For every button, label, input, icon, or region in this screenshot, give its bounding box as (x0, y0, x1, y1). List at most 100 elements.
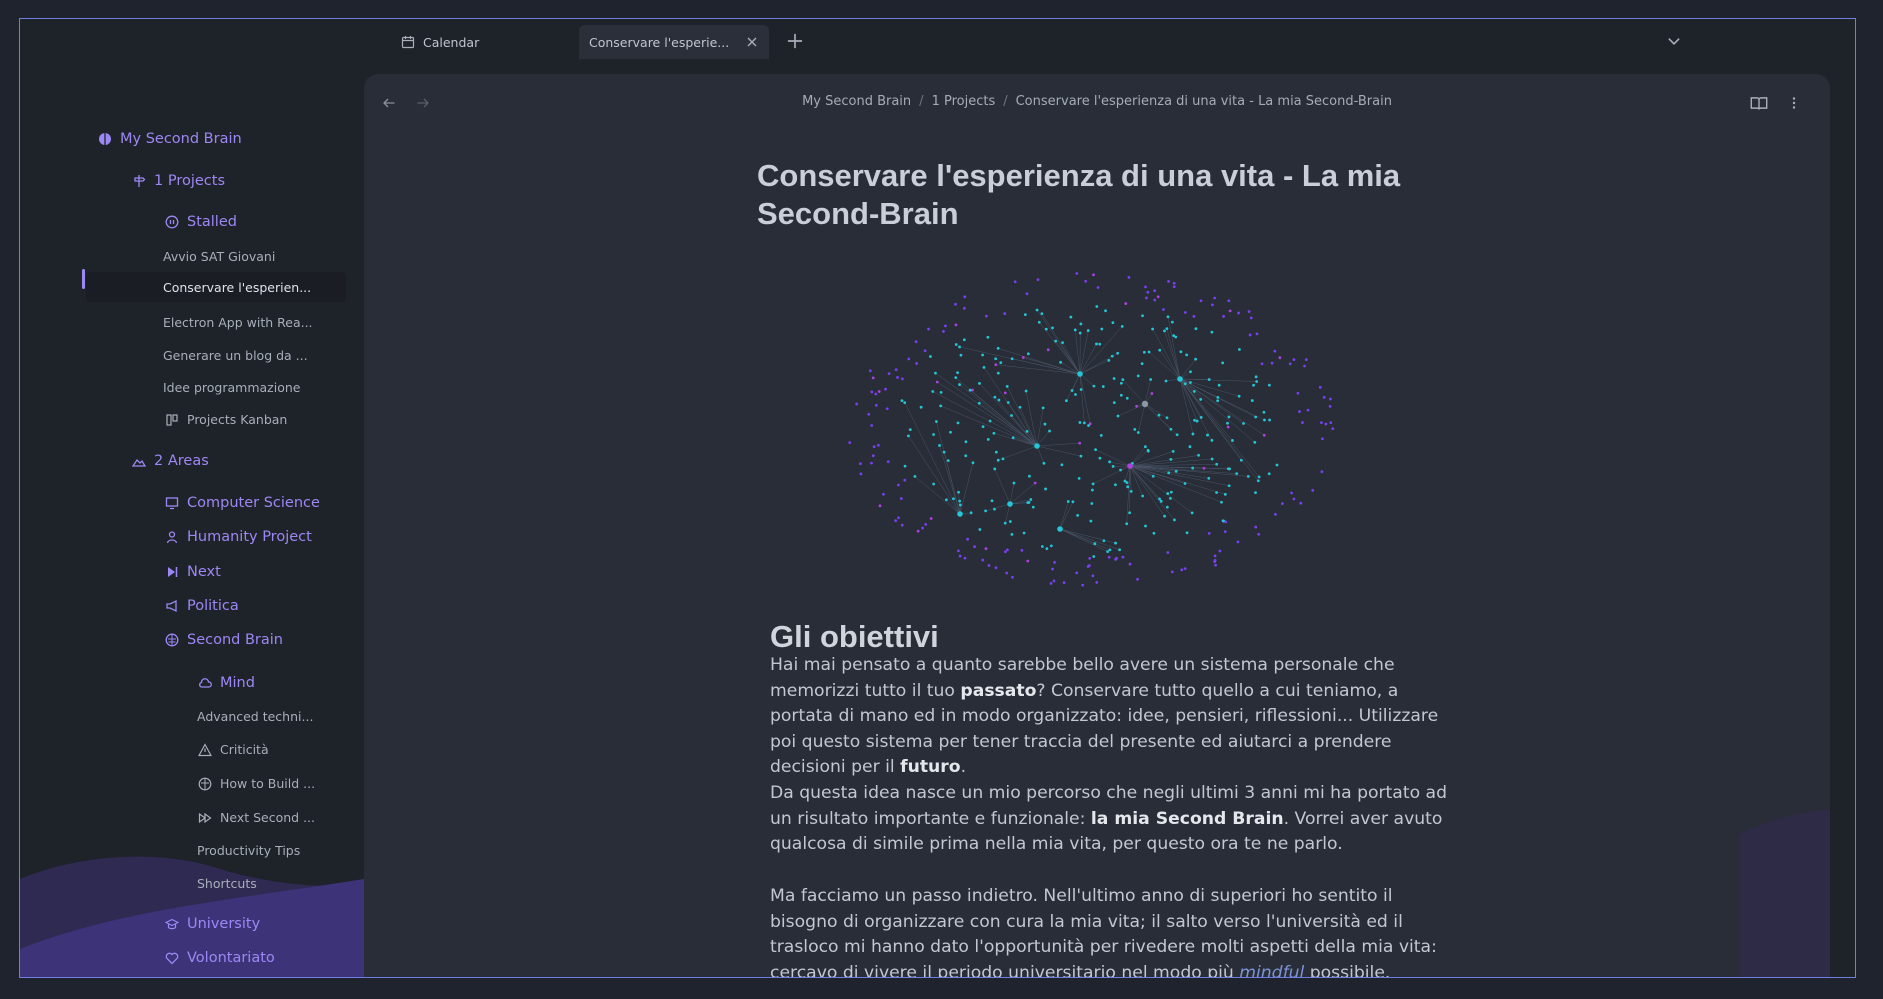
graph-node (1044, 327, 1048, 331)
graph-node (1237, 394, 1241, 398)
graph-node (870, 424, 874, 427)
graph-node (954, 343, 958, 346)
app-window: My Second Brain 1 Projects Stalled Avvio… (19, 18, 1856, 978)
graph-node (1012, 481, 1016, 485)
sidebar-file[interactable]: Next Second ... (198, 810, 315, 825)
graph-node (887, 372, 891, 376)
sidebar-file[interactable]: Electron App with Rea... (163, 315, 313, 330)
graph-node (1106, 550, 1110, 553)
graph-node (1267, 383, 1271, 387)
graph-node (1216, 399, 1220, 403)
graph-node (1003, 550, 1007, 554)
folder-university[interactable]: University (165, 916, 260, 932)
sidebar-file[interactable]: Shortcuts (197, 876, 257, 891)
folder-volontariato[interactable]: Volontariato (165, 950, 275, 966)
graph-node (1226, 421, 1229, 425)
graph-edge (994, 468, 1011, 505)
sidebar-file[interactable]: Productivity Tips (197, 843, 300, 858)
folder-areas[interactable]: 2 Areas (132, 453, 209, 469)
graph-node (1257, 532, 1261, 536)
new-tab-button[interactable] (786, 32, 804, 54)
graph-node (935, 420, 938, 423)
graph-node (1031, 505, 1035, 509)
graph-node (1235, 472, 1239, 476)
graph-node (1086, 329, 1090, 332)
graph-node (1052, 579, 1056, 583)
sidebar-file[interactable]: Advanced techni... (197, 709, 313, 724)
graph-edge (985, 503, 1011, 512)
sidebar-file[interactable]: Generare un blog da ... (163, 348, 308, 363)
graph-node (1060, 463, 1064, 467)
graph-node (1253, 440, 1257, 444)
graph-node (1195, 419, 1199, 423)
graph-node (886, 460, 890, 464)
tab-document[interactable]: Conservare l'esperie... (579, 25, 769, 59)
folder-humanity-project[interactable]: Humanity Project (165, 529, 312, 545)
folder-politica[interactable]: Politica (165, 598, 239, 614)
graph-node (1254, 375, 1258, 379)
graph-node (871, 454, 875, 458)
section-heading: Gli obiettivi (770, 619, 939, 654)
folder-projects[interactable]: 1 Projects (132, 173, 225, 189)
folder-computer-science[interactable]: Computer Science (165, 495, 320, 511)
graph-node (1142, 350, 1146, 354)
folder-second-brain[interactable]: Second Brain (165, 632, 283, 648)
graph-node (1158, 348, 1162, 352)
tab-calendar[interactable]: Calendar (391, 25, 581, 59)
graph-node (1247, 310, 1251, 313)
tab-label: Calendar (423, 34, 480, 50)
folder-stalled[interactable]: Stalled (165, 214, 237, 230)
graph-node (894, 519, 898, 523)
graph-node (901, 377, 904, 381)
graph-node (1260, 362, 1264, 366)
file-label: Avvio SAT Giovani (163, 249, 276, 264)
graph-node (1213, 296, 1217, 300)
graph-node (1180, 568, 1184, 572)
graph-node (971, 461, 975, 465)
graph-node (1121, 378, 1125, 382)
sidebar-file[interactable]: Criticità (198, 742, 269, 757)
graph-node (907, 357, 911, 361)
graph-node (1290, 491, 1294, 495)
breadcrumb-root[interactable]: My Second Brain (802, 94, 911, 109)
graph-node (993, 507, 996, 511)
folder-label: Politica (187, 598, 239, 614)
graph-node (1121, 555, 1125, 559)
sidebar-file[interactable]: Idee programmazione (163, 380, 300, 395)
sidebar-file[interactable]: Avvio SAT Giovani (163, 249, 275, 264)
paragraph-3: Ma facciamo un passo indietro. Nell'ulti… (770, 886, 1437, 978)
tab-list-button[interactable] (1666, 33, 1682, 53)
graph-node (1135, 404, 1139, 408)
graph-node (1169, 496, 1172, 500)
close-icon[interactable] (745, 35, 759, 49)
sidebar-file-kanban[interactable]: Projects Kanban (165, 412, 287, 427)
graph-node (1088, 557, 1092, 560)
graph-node (884, 387, 887, 391)
sidebar-file[interactable]: How to Build ... (198, 776, 315, 791)
graph-node (855, 402, 859, 406)
graph-node (1078, 331, 1082, 335)
graph-node (982, 365, 986, 369)
more-options-button[interactable] (1783, 92, 1805, 114)
graph-edge (969, 389, 1038, 447)
graph-node (957, 490, 960, 494)
graph-node (1128, 562, 1132, 566)
graph-hub-node (1057, 526, 1063, 532)
graph-node (1153, 289, 1157, 293)
sidebar-root[interactable]: My Second Brain (98, 131, 242, 147)
graph-node (870, 390, 874, 394)
graph-node (1104, 309, 1107, 313)
pause-circle-icon (165, 215, 179, 229)
graph-node (872, 445, 876, 449)
graph-node (932, 482, 936, 486)
paragraph-1: Hai mai pensato a quanto sarebbe bello a… (770, 655, 1439, 778)
reading-view-button[interactable] (1748, 92, 1770, 114)
folder-mind[interactable]: Mind (198, 675, 255, 691)
graph-node (1070, 389, 1074, 392)
graph-edge (1144, 403, 1168, 419)
breadcrumb-folder[interactable]: 1 Projects (932, 94, 996, 109)
graph-node (1136, 577, 1139, 581)
graph-node (1011, 436, 1015, 440)
sidebar-file-active[interactable]: Conservare l'esperien... (86, 272, 346, 302)
folder-next[interactable]: Next (165, 564, 221, 580)
